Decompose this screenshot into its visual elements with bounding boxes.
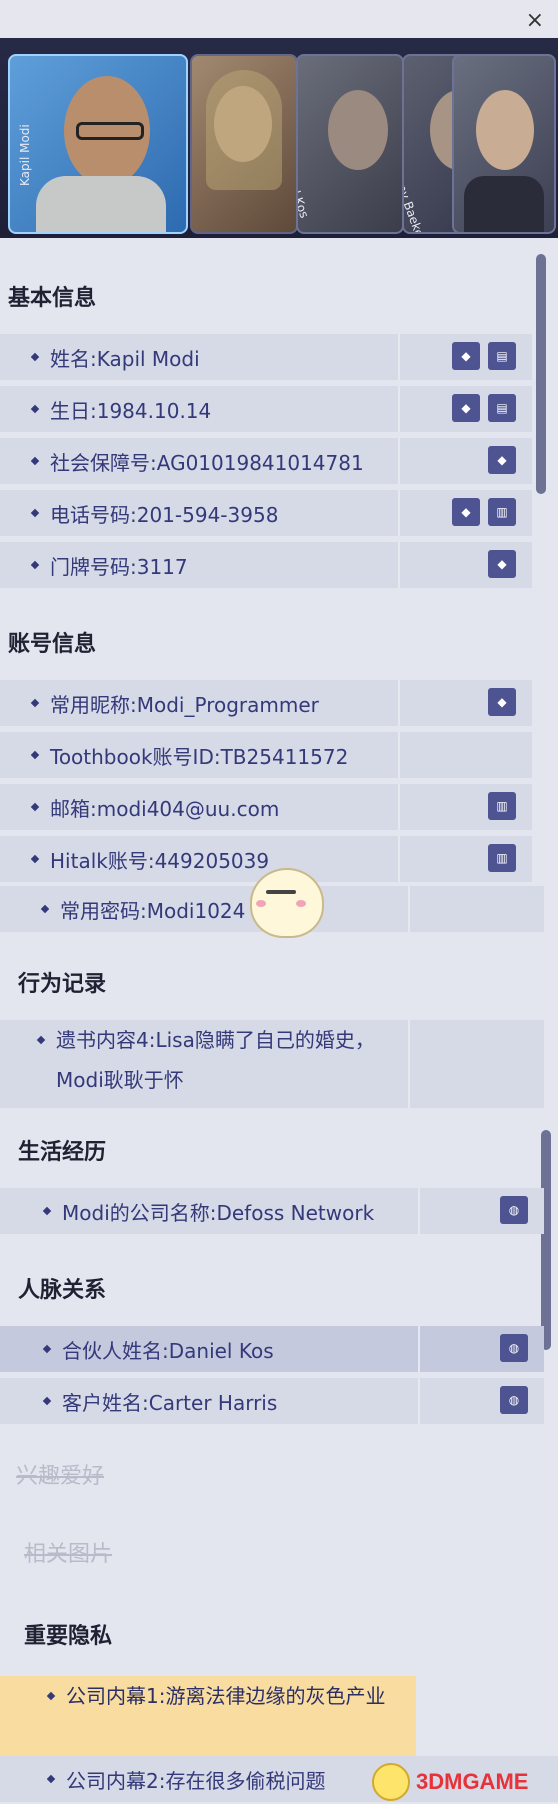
bullet xyxy=(46,1774,56,1784)
section-title-basic: 基本信息 xyxy=(8,286,97,311)
watermark-logo: 3DMGAME xyxy=(372,1760,558,1804)
info-label: Modi的公司名称:Defoss Network xyxy=(62,1200,375,1225)
document-icon[interactable]: ▥ xyxy=(488,498,516,526)
character-name: Daniel Kos xyxy=(296,156,312,220)
info-row[interactable]: 客户姓名:Carter Harris ◍ xyxy=(0,1378,544,1424)
section-title-behavior: 行为记录 xyxy=(18,972,107,997)
watermark-text: 3DMGAME xyxy=(416,1769,529,1794)
character-card-kapil-modi[interactable]: Kapil Modi xyxy=(8,54,188,234)
shield-icon[interactable]: ◆ xyxy=(488,550,516,578)
info-label: 常用密码:Modi1024 xyxy=(60,898,246,923)
bullet xyxy=(36,1035,46,1045)
bullet xyxy=(30,560,40,570)
info-row[interactable]: 合伙人姓名:Daniel Kos ◍ xyxy=(0,1326,544,1372)
info-row[interactable]: 常用昵称:Modi_Programmer ◆ xyxy=(0,680,532,726)
section-title-life: 生活经历 xyxy=(18,1140,107,1165)
info-label: 电话号码:201-594-3958 xyxy=(50,502,279,527)
info-row[interactable]: 门牌号码:3117 ◆ xyxy=(0,542,532,588)
info-row[interactable]: 姓名:Kapil Modi ◆ ▤ xyxy=(0,334,532,380)
info-row[interactable]: 电话号码:201-594-3958 ◆ ▥ xyxy=(0,490,532,536)
info-row[interactable]: 生日:1984.10.14 ◆ ▤ xyxy=(0,386,532,432)
globe-icon[interactable]: ◍ xyxy=(500,1196,528,1224)
title-bar: × xyxy=(0,0,558,38)
section-title-photos: 相关图片 xyxy=(24,1542,113,1567)
info-label: 常用昵称:Modi_Programmer xyxy=(50,692,319,717)
mascot-icon xyxy=(372,1763,410,1801)
section-title-privacy: 重要隐私 xyxy=(24,1624,113,1649)
info-row[interactable]: Toothbook账号ID:TB25411572 xyxy=(0,732,532,778)
bullet xyxy=(30,854,40,864)
info-row[interactable]: 社会保障号:AG01019841014781 ◆ xyxy=(0,438,532,484)
info-label: 生日:1984.10.14 xyxy=(50,398,212,423)
info-label: Toothbook账号ID:TB25411572 xyxy=(50,744,349,769)
bullet xyxy=(30,802,40,812)
section-title-account: 账号信息 xyxy=(8,632,97,657)
bullet xyxy=(42,1396,52,1406)
id-card-icon[interactable]: ▤ xyxy=(488,342,516,370)
close-button[interactable]: × xyxy=(526,8,544,33)
bullet xyxy=(30,508,40,518)
shield-icon[interactable]: ◆ xyxy=(452,498,480,526)
suit xyxy=(464,176,544,232)
info-label: 公司内幕2:存在很多偷税问题 xyxy=(66,1768,326,1793)
globe-icon[interactable]: ◍ xyxy=(500,1386,528,1414)
info-label: 遗书内容4:Lisa隐瞒了自己的婚史，Modi耿耿于怀 xyxy=(56,1028,375,1092)
character-name: Antony Baekeland xyxy=(402,156,436,234)
character-portrait-strip: Kapil Modi Daniel Kos Antony Baekeland xyxy=(0,38,558,238)
info-label: 公司内幕1:游离法律边缘的灰色产业 xyxy=(66,1684,386,1708)
shirt xyxy=(36,176,166,232)
info-row[interactable]: 公司内幕1:游离法律边缘的灰色产业 xyxy=(0,1676,416,1764)
avatar xyxy=(328,90,388,170)
info-row[interactable]: Modi的公司名称:Defoss Network ◍ xyxy=(0,1188,544,1234)
bullet xyxy=(30,404,40,414)
bullet xyxy=(40,904,50,914)
character-card-5[interactable] xyxy=(452,54,556,234)
info-label: 合伙人姓名:Daniel Kos xyxy=(62,1338,274,1363)
info-row[interactable]: 遗书内容4:Lisa隐瞒了自己的婚史，Modi耿耿于怀 xyxy=(0,1020,544,1108)
mascot-sticker xyxy=(246,860,324,940)
bullet xyxy=(30,698,40,708)
shield-icon[interactable]: ◆ xyxy=(452,342,480,370)
globe-icon[interactable]: ◍ xyxy=(500,1334,528,1362)
avatar xyxy=(476,90,534,170)
character-card-2[interactable] xyxy=(190,54,298,234)
info-label: Hitalk账号:449205039 xyxy=(50,848,270,873)
info-label: 姓名:Kapil Modi xyxy=(50,346,200,371)
shield-icon[interactable]: ◆ xyxy=(488,688,516,716)
document-icon[interactable]: ▥ xyxy=(488,844,516,872)
id-card-icon[interactable]: ▤ xyxy=(488,394,516,422)
hair xyxy=(206,70,282,190)
scrollbar[interactable] xyxy=(541,1130,551,1350)
shield-icon[interactable]: ◆ xyxy=(452,394,480,422)
info-label: 门牌号码:3117 xyxy=(50,554,188,579)
glasses-icon xyxy=(76,122,144,140)
info-label: 邮箱:modi404@uu.com xyxy=(50,796,280,821)
section-title-network: 人脉关系 xyxy=(18,1278,107,1303)
bullet xyxy=(46,1691,56,1701)
character-card-daniel-kos[interactable]: Daniel Kos xyxy=(296,54,404,234)
info-label: 社会保障号:AG01019841014781 xyxy=(50,450,364,475)
bullet xyxy=(30,456,40,466)
info-label: 客户姓名:Carter Harris xyxy=(62,1390,278,1415)
bullet xyxy=(30,352,40,362)
bullet xyxy=(42,1344,52,1354)
shield-icon[interactable]: ◆ xyxy=(488,446,516,474)
info-row[interactable]: 邮箱:modi404@uu.com ▥ xyxy=(0,784,532,830)
scrollbar[interactable] xyxy=(536,254,546,494)
section-title-hobbies: 兴趣爱好 xyxy=(16,1464,105,1489)
character-name: Kapil Modi xyxy=(18,124,32,186)
bullet xyxy=(30,750,40,760)
document-icon[interactable]: ▥ xyxy=(488,792,516,820)
bullet xyxy=(42,1206,52,1216)
